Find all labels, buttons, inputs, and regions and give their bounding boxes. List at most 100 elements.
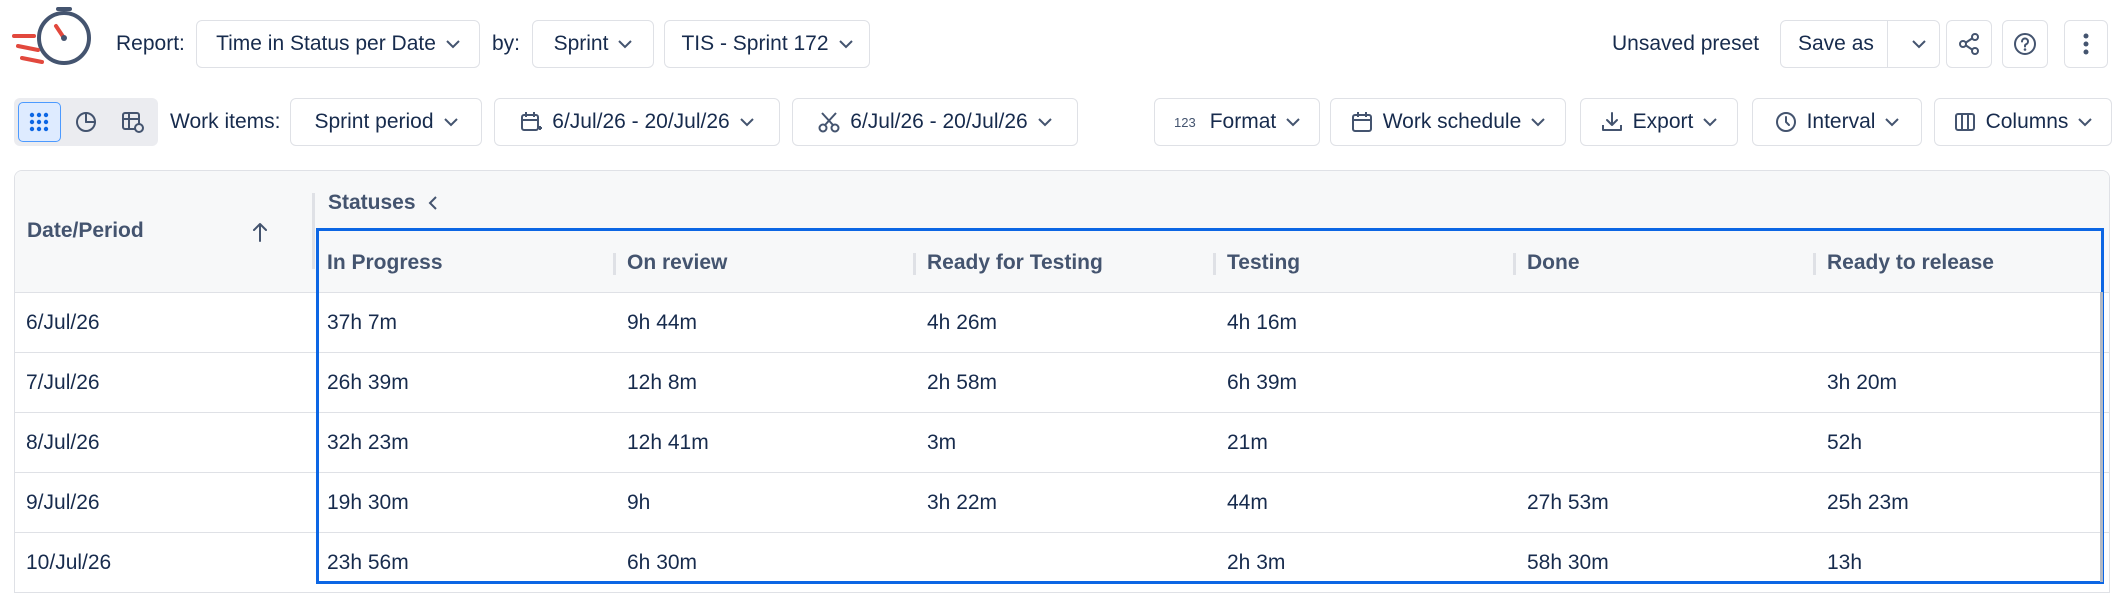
column-header-ready-for-testing[interactable]: Ready for Testing (927, 251, 1103, 275)
table-settings-icon (121, 112, 144, 133)
period-dropdown[interactable]: Sprint period (290, 98, 482, 146)
interval-dropdown[interactable]: Interval (1752, 98, 1922, 146)
status-time-cell[interactable]: 9h 44m (627, 293, 697, 353)
table-header: Date/Period Statuses In Progress On revi… (15, 171, 2109, 293)
status-time-cell[interactable]: 3m (927, 413, 956, 473)
group-by-value: Sprint (553, 32, 609, 55)
chevron-down-icon (1531, 117, 1545, 126)
chevron-left-icon[interactable] (428, 195, 438, 211)
date-cell: 6/Jul/26 (26, 311, 100, 334)
pivot-view-button[interactable] (111, 102, 154, 142)
status-time-cell[interactable]: 12h 8m (627, 353, 697, 413)
column-resizer[interactable] (312, 193, 315, 269)
column-header-on-review[interactable]: On review (627, 251, 727, 275)
sort-ascending-icon[interactable] (251, 221, 269, 243)
statuses-label: Statuses (328, 191, 416, 214)
filters-bar: Work items: Sprint period 6/Jul/26 - 20/… (0, 94, 2126, 150)
table-row[interactable]: 9/Jul/26 19h 30m 9h 3h 22m 44m 27h 53m 2… (15, 473, 2109, 533)
chevron-down-icon (1911, 39, 1926, 48)
status-time-cell[interactable]: 23h 56m (327, 533, 409, 593)
chevron-down-icon (2078, 117, 2093, 126)
column-resizer[interactable] (913, 253, 916, 275)
status-time-cell[interactable]: 26h 39m (327, 353, 409, 413)
cut-range-value: 6/Jul/26 - 20/Jul/26 (850, 110, 1028, 133)
column-resizer[interactable] (613, 253, 616, 275)
date-range-picker[interactable]: 6/Jul/26 - 20/Jul/26 (494, 98, 780, 146)
help-button[interactable] (2002, 20, 2048, 68)
export-dropdown[interactable]: Export (1580, 98, 1738, 146)
preset-status: Unsaved preset (1612, 32, 1760, 55)
grid-view-button[interactable] (18, 102, 61, 142)
column-resizer[interactable] (1213, 253, 1216, 275)
format-dropdown[interactable]: 123 Format (1154, 98, 1320, 146)
status-time-cell[interactable]: 27h 53m (1527, 473, 1609, 533)
status-time-cell[interactable]: 19h 30m (327, 473, 409, 533)
status-time-cell[interactable]: 9h (627, 473, 650, 533)
save-as-menu-toggle[interactable] (1898, 39, 1939, 49)
status-time-cell[interactable]: 6h 30m (627, 533, 697, 593)
table-row[interactable]: 10/Jul/26 23h 56m 6h 30m 2h 3m 58h 30m 1… (15, 533, 2109, 593)
date-range-value: 6/Jul/26 - 20/Jul/26 (552, 110, 730, 133)
column-resizer[interactable] (1813, 253, 1816, 275)
cut-range-picker[interactable]: 6/Jul/26 - 20/Jul/26 (792, 98, 1078, 146)
column-header-ready-to-release[interactable]: Ready to release (1827, 251, 1994, 275)
status-time-cell[interactable]: 6h 39m (1227, 353, 1297, 413)
save-as-split-button[interactable]: Save as (1780, 20, 1940, 68)
date-cell: 9/Jul/26 (26, 491, 100, 514)
share-button[interactable] (1946, 20, 1992, 68)
chevron-down-icon (1286, 117, 1300, 126)
status-time-cell[interactable]: 12h 41m (627, 413, 709, 473)
split-divider (1887, 21, 1889, 67)
status-time-cell[interactable]: 21m (1227, 413, 1268, 473)
status-time-cell[interactable]: 44m (1227, 473, 1268, 533)
status-time-cell[interactable]: 37h 7m (327, 293, 397, 353)
grid-view-icon (30, 112, 49, 132)
date-period-header[interactable]: Date/Period (27, 219, 144, 243)
more-actions-button[interactable] (2064, 20, 2108, 68)
statuses-group-header[interactable]: Statuses (328, 191, 438, 215)
status-time-cell[interactable]: 2h 58m (927, 353, 997, 413)
svg-text:123: 123 (1174, 115, 1196, 130)
column-header-testing[interactable]: Testing (1227, 251, 1300, 275)
table-row[interactable]: 7/Jul/26 26h 39m 12h 8m 2h 58m 6h 39m 3h… (15, 353, 2109, 413)
format-label: Format (1209, 110, 1277, 133)
view-mode-switcher (14, 98, 158, 146)
report-type-dropdown[interactable]: Time in Status per Date (196, 20, 480, 68)
status-time-cell[interactable]: 25h 23m (1827, 473, 1909, 533)
table-row[interactable]: 6/Jul/26 37h 7m 9h 44m 4h 26m 4h 16m (15, 293, 2109, 353)
column-header-done[interactable]: Done (1527, 251, 1580, 275)
work-schedule-dropdown[interactable]: Work schedule (1330, 98, 1566, 146)
status-time-cell[interactable]: 3h 20m (1827, 353, 1897, 413)
chevron-down-icon (618, 39, 633, 48)
more-vertical-icon (2083, 33, 2089, 55)
sprint-dropdown[interactable]: TIS - Sprint 172 (664, 20, 870, 68)
by-label: by: (492, 32, 521, 55)
status-time-cell[interactable]: 2h 3m (1227, 533, 1285, 593)
columns-icon (1954, 113, 1975, 131)
pie-chart-icon (76, 112, 97, 132)
table-row[interactable]: 8/Jul/26 32h 23m 12h 41m 3m 21m 52h (15, 413, 2109, 473)
status-time-cell[interactable]: 32h 23m (327, 413, 409, 473)
calendar-icon (1351, 112, 1372, 132)
status-time-cell[interactable]: 58h 30m (1527, 533, 1609, 593)
chevron-down-icon (446, 39, 460, 48)
vertical-scrollbar[interactable] (2100, 292, 2103, 582)
status-time-cell[interactable]: 13h (1827, 533, 1862, 593)
download-icon (1601, 112, 1622, 131)
save-as-button[interactable]: Save as (1781, 32, 1877, 56)
chart-view-button[interactable] (65, 102, 108, 142)
chevron-down-icon (1885, 117, 1900, 126)
interval-label: Interval (1806, 110, 1876, 133)
column-resizer[interactable] (1513, 253, 1516, 275)
chevron-down-icon (1038, 117, 1052, 126)
status-time-cell[interactable]: 3h 22m (927, 473, 997, 533)
status-time-cell[interactable]: 4h 16m (1227, 293, 1297, 353)
status-time-cell[interactable]: 4h 26m (927, 293, 997, 353)
columns-label: Columns (1985, 110, 2069, 133)
group-by-dropdown[interactable]: Sprint (532, 20, 654, 68)
status-time-cell[interactable]: 52h (1827, 413, 1862, 473)
stopwatch-logo-icon (12, 7, 91, 65)
column-header-in-progress[interactable]: In Progress (327, 251, 443, 275)
columns-dropdown[interactable]: Columns (1934, 98, 2112, 146)
sprint-value: TIS - Sprint 172 (681, 32, 829, 55)
